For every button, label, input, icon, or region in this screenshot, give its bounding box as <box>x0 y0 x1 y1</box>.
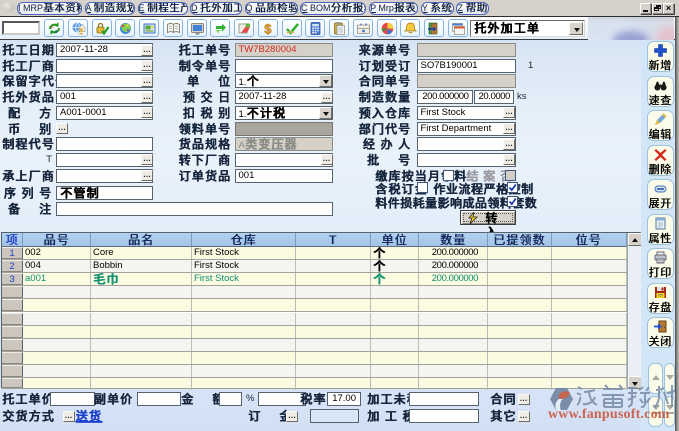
svg-text:$: $ <box>264 22 272 37</box>
